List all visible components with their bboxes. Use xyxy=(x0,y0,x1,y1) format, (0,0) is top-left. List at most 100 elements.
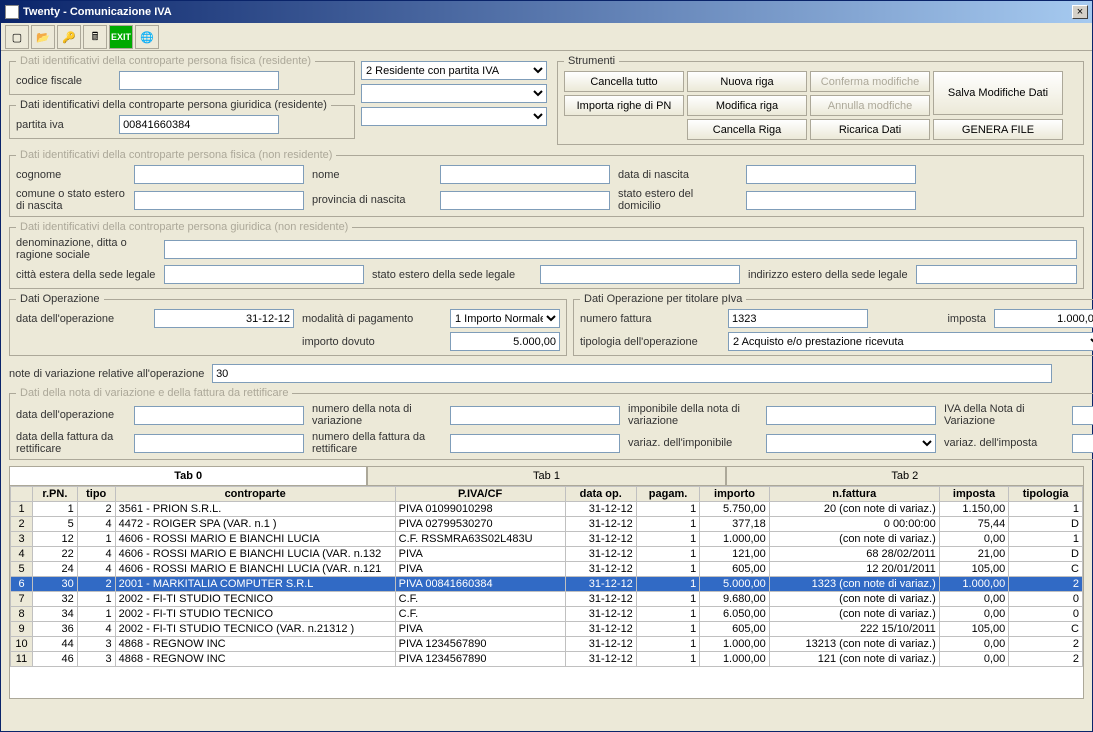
cognome-label: cognome xyxy=(16,169,126,181)
col-importo[interactable]: importo xyxy=(700,487,769,502)
globe-icon[interactable]: 🌐 xyxy=(135,25,159,49)
partita-iva-label: partita iva xyxy=(16,119,116,131)
num-fatt-label: numero fattura xyxy=(580,313,720,325)
table-row[interactable]: 1123561 - PRION S.R.L.PIVA 0109901029831… xyxy=(11,502,1083,517)
residente-select[interactable]: 2 Residente con partita IVA xyxy=(361,61,547,80)
open-icon[interactable]: 📂 xyxy=(31,25,55,49)
col-nfattura[interactable]: n.fattura xyxy=(769,487,939,502)
partita-iva-input[interactable] xyxy=(119,115,279,134)
toolbar: ▢ 📂 🔑 🖩 EXIT 🌐 xyxy=(1,23,1092,51)
cancella-tutto-button[interactable]: Cancella tutto xyxy=(564,71,684,92)
impon-nota-input[interactable] xyxy=(766,406,936,425)
table-row[interactable]: 83412002 - FI-TI STUDIO TECNICOC.F.31-12… xyxy=(11,607,1083,622)
table-row[interactable]: 114634868 - REGNOW INCPIVA 123456789031-… xyxy=(11,652,1083,667)
modifica-riga-button[interactable]: Modifica riga xyxy=(687,95,807,116)
ricarica-dati-button[interactable]: Ricarica Dati xyxy=(810,119,930,140)
col-tipologia[interactable]: tipologia xyxy=(1009,487,1083,502)
table-row[interactable]: 42244606 - ROSSI MARIO E BIANCHI LUCIA (… xyxy=(11,547,1083,562)
cognome-input[interactable] xyxy=(134,165,304,184)
variaz-impon-select[interactable] xyxy=(766,434,936,453)
window-title: Twenty - Comunicazione IVA xyxy=(23,6,172,18)
select-2[interactable] xyxy=(361,84,547,103)
key-icon[interactable]: 🔑 xyxy=(57,25,81,49)
tab-0[interactable]: Tab 0 xyxy=(9,466,367,485)
variaz-imp-label: variaz. dell'imposta xyxy=(944,437,1064,449)
pgres-fieldset: Dati identificativi della controparte pe… xyxy=(9,99,355,139)
data-op-label: data dell'operazione xyxy=(16,313,146,325)
table-row[interactable]: 31214606 - ROSSI MARIO E BIANCHI LUCIAC.… xyxy=(11,532,1083,547)
table-row[interactable]: 52444606 - ROSSI MARIO E BIANCHI LUCIA (… xyxy=(11,562,1083,577)
nome-input[interactable] xyxy=(440,165,610,184)
nuova-riga-button[interactable]: Nuova riga xyxy=(687,71,807,92)
exit-icon[interactable]: EXIT xyxy=(109,25,133,49)
nome-label: nome xyxy=(312,169,432,181)
annulla-modifiche-button[interactable]: Annulla modfiche xyxy=(810,95,930,116)
tipologia-select[interactable]: 2 Acquisto e/o prestazione ricevuta xyxy=(728,332,1093,351)
var-fieldset: Dati della nota di variazione e della fa… xyxy=(9,387,1093,460)
col-piva[interactable]: P.IVA/CF xyxy=(395,487,565,502)
num-nota-var-label: numero della nota di variazione xyxy=(312,403,442,427)
importa-pn-button[interactable]: Importa righe di PN xyxy=(564,95,684,116)
denom-input[interactable] xyxy=(164,240,1077,259)
denom-label: denominazione, ditta o ragione sociale xyxy=(16,237,156,261)
table-row[interactable]: 2544472 - ROIGER SPA (VAR. n.1 )PIVA 027… xyxy=(11,517,1083,532)
stato-sede-input[interactable] xyxy=(540,265,740,284)
conferma-modifiche-button[interactable]: Conferma modifiche xyxy=(810,71,930,92)
pfnr-fieldset: Dati identificativi della controparte pe… xyxy=(9,149,1084,217)
num-fatt-input[interactable] xyxy=(728,309,868,328)
iva-nota-input[interactable] xyxy=(1072,406,1093,425)
col-pagam[interactable]: pagam. xyxy=(636,487,699,502)
data-fatt-rect-label: data della fattura da rettificare xyxy=(16,431,126,455)
impon-nota-label: imponibile della nota di variazione xyxy=(628,403,758,427)
close-button[interactable]: × xyxy=(1072,5,1088,19)
col-controparte[interactable]: controparte xyxy=(115,487,395,502)
note-var-label: note di variazione relative all'operazio… xyxy=(9,368,209,380)
num-fatt-rect-label: numero della fattura da rettificare xyxy=(312,431,442,455)
data-grid[interactable]: r.PN. tipo controparte P.IVA/CF data op.… xyxy=(9,485,1084,699)
tab-2[interactable]: Tab 2 xyxy=(726,466,1084,485)
new-icon[interactable]: ▢ xyxy=(5,25,29,49)
strumenti-fieldset: Strumenti Cancella tutto Nuova riga Conf… xyxy=(557,55,1084,145)
col-dataop[interactable]: data op. xyxy=(565,487,636,502)
codice-fiscale-input[interactable] xyxy=(119,71,279,90)
tab-1[interactable]: Tab 1 xyxy=(367,466,725,485)
table-row[interactable]: 93642002 - FI-TI STUDIO TECNICO (VAR. n.… xyxy=(11,622,1083,637)
data-nascita-label: data di nascita xyxy=(618,169,738,181)
tipologia-label: tipologia dell'operazione xyxy=(580,336,720,348)
iva-nota-label: IVA della Nota di Variazione xyxy=(944,403,1064,427)
variaz-imp-select[interactable] xyxy=(1072,434,1093,453)
calc-icon[interactable]: 🖩 xyxy=(83,25,107,49)
salva-modifiche-button[interactable]: Salva Modifiche Dati xyxy=(933,71,1063,115)
num-nota-var-input[interactable] xyxy=(450,406,620,425)
indir-sede-input[interactable] xyxy=(916,265,1077,284)
table-row[interactable]: 63022001 - MARKITALIA COMPUTER S.R.LPIVA… xyxy=(11,577,1083,592)
data-fatt-rect-input[interactable] xyxy=(134,434,304,453)
comune-nascita-input[interactable] xyxy=(134,191,304,210)
citta-sede-input[interactable] xyxy=(164,265,364,284)
prov-nascita-input[interactable] xyxy=(440,191,610,210)
variaz-impon-label: variaz. dell'imponibile xyxy=(628,437,758,449)
stato-dom-input[interactable] xyxy=(746,191,916,210)
table-row[interactable]: 104434868 - REGNOW INCPIVA 123456789031-… xyxy=(11,637,1083,652)
stato-sede-label: stato estero della sede legale xyxy=(372,269,532,281)
genera-file-button[interactable]: GENERA FILE xyxy=(933,119,1063,140)
select-3[interactable] xyxy=(361,107,547,126)
comune-nascita-label: comune o stato estero di nascita xyxy=(16,188,126,212)
data-op-input[interactable] xyxy=(154,309,294,328)
codice-fiscale-label: codice fiscale xyxy=(16,75,116,87)
data-op2-input[interactable] xyxy=(134,406,304,425)
table-row[interactable]: 73212002 - FI-TI STUDIO TECNICOC.F.31-12… xyxy=(11,592,1083,607)
imposta-input[interactable] xyxy=(994,309,1093,328)
importo-dov-input[interactable] xyxy=(450,332,560,351)
num-fatt-rect-input[interactable] xyxy=(450,434,620,453)
app-icon xyxy=(5,5,19,19)
note-var-input[interactable] xyxy=(212,364,1052,383)
col-imposta[interactable]: imposta xyxy=(939,487,1008,502)
stato-dom-label: stato estero del domicilio xyxy=(618,188,738,212)
col-rpn[interactable]: r.PN. xyxy=(33,487,78,502)
cancella-riga-button[interactable]: Cancella Riga xyxy=(687,119,807,140)
mod-pag-select[interactable]: 1 Importo Normale xyxy=(450,309,560,328)
col-tipo[interactable]: tipo xyxy=(77,487,115,502)
data-nascita-input[interactable] xyxy=(746,165,916,184)
pgnr-fieldset: Dati identificativi della controparte pe… xyxy=(9,221,1084,289)
